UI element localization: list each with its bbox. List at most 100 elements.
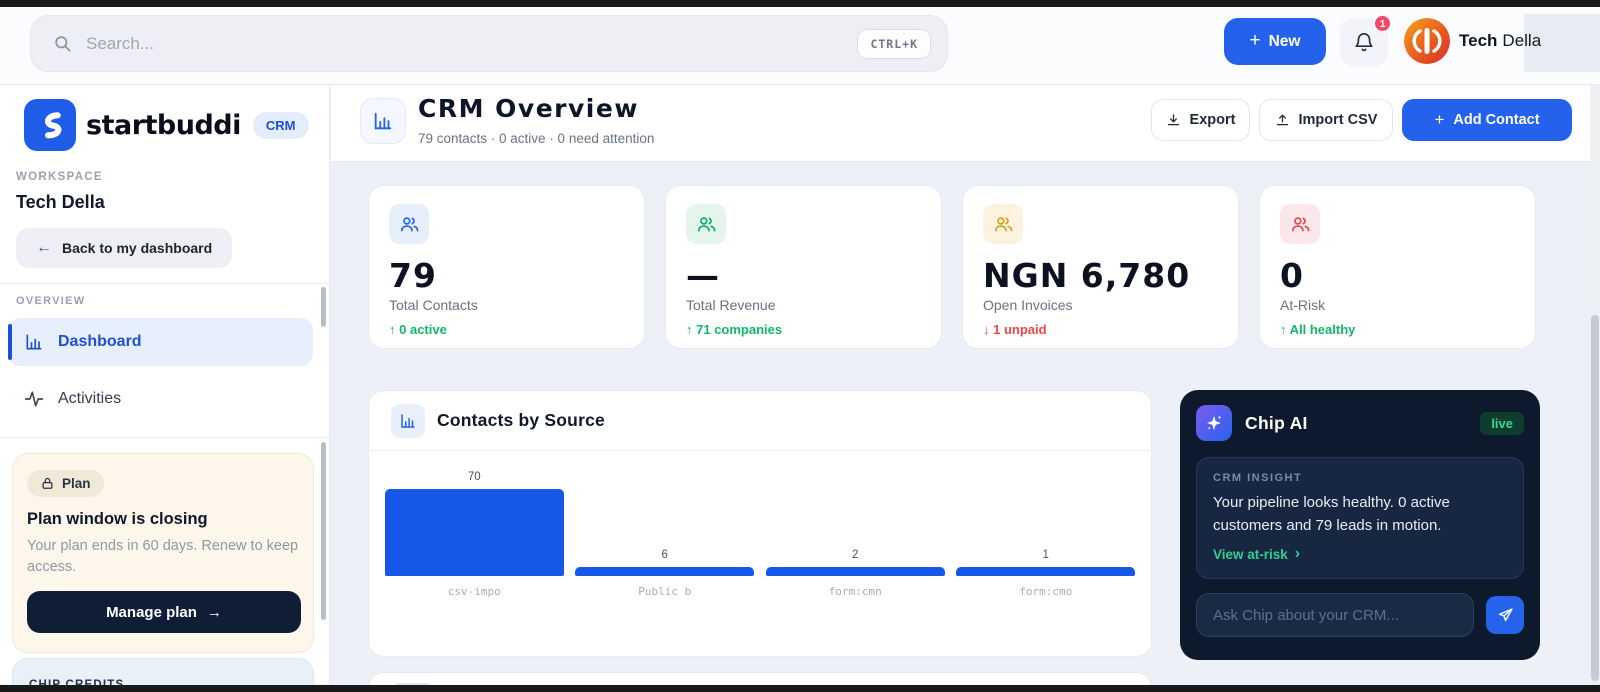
manage-plan-label: Manage plan [106, 603, 197, 621]
notifications-button[interactable]: 1 [1340, 14, 1392, 66]
export-label: Export [1189, 112, 1236, 128]
window-edge-top [0, 0, 1600, 7]
insight-label: CRM INSIGHT [1213, 472, 1303, 484]
arrow-left-icon: ← [36, 239, 52, 256]
page-title: CRM Overview [418, 94, 639, 123]
stat-card-total-revenue: — Total Revenue ↑ 71 companies [665, 185, 942, 349]
back-to-dashboard-button[interactable]: ← Back to my dashboard [16, 228, 233, 268]
bar-value-label: 6 [661, 549, 668, 561]
account-name[interactable]: Tech Della [1459, 31, 1541, 51]
live-status-badge: live [1480, 411, 1524, 435]
sidebar: startbuddi CRM WORKSPACE Tech Della ← Ba… [0, 85, 330, 692]
workspace-name: Tech Della [16, 192, 105, 212]
chip-ai-panel: Chip AI live CRM INSIGHT Your pipeline l… [1180, 390, 1540, 660]
avatar-logo-icon [1404, 18, 1450, 64]
stat-value: 79 [389, 258, 437, 295]
import-csv-label: Import CSV [1298, 112, 1378, 128]
bar-group: 2 form:cmn [760, 465, 951, 599]
bar-chart-icon [374, 112, 392, 130]
active-accent-bar [8, 324, 12, 360]
users-icon [1280, 204, 1320, 244]
insight-text: Your pipeline looks healthy. 0 active cu… [1213, 494, 1450, 534]
bar[interactable] [384, 489, 564, 576]
account-avatar[interactable] [1404, 18, 1450, 64]
nav-section-overview: OVERVIEW [16, 295, 86, 307]
brand: startbuddi CRM [24, 99, 309, 151]
sidebar-scrollbar-thumb[interactable] [321, 287, 326, 327]
stat-delta: ↑ All healthy [1280, 322, 1515, 337]
account-last-name: Della [1502, 31, 1542, 50]
sidebar-item-dashboard[interactable]: Dashboard [8, 318, 313, 366]
search-shortcut-badge: CTRL+K [857, 28, 931, 59]
sidebar-scrollbar-thumb[interactable] [321, 442, 326, 620]
chip-ai-input[interactable] [1196, 593, 1474, 637]
send-button[interactable] [1486, 596, 1524, 634]
bar-group: 1 form:cmo [951, 465, 1142, 599]
bar-chart-icon [401, 413, 415, 428]
stat-card-total-contacts: 79 Total Contacts ↑ 0 active [368, 185, 645, 349]
arrow-up-icon: ↑ [686, 322, 693, 338]
activity-icon [24, 391, 44, 407]
page-scrollbar-thumb[interactable] [1591, 315, 1599, 681]
contacts-by-source-card: Contacts by Source 70 csv-impo 6 Public b 2 f… [368, 390, 1152, 657]
bar-category-label: csv-impo [447, 585, 501, 598]
plus-icon: + [1434, 110, 1445, 129]
manage-plan-button[interactable]: Manage plan → [27, 591, 301, 634]
bar-chart-icon [26, 334, 42, 350]
chip-ai-title: Chip AI [1245, 412, 1308, 433]
stat-delta: ↑ 71 companies [686, 322, 921, 337]
bar[interactable] [956, 567, 1136, 576]
search-input[interactable] [86, 33, 858, 54]
export-button[interactable]: Export [1151, 99, 1250, 141]
sidebar-item-label: Dashboard [58, 333, 142, 350]
stat-delta-text: All healthy [1289, 322, 1356, 338]
contacts-by-source-plot: 70 csv-impo 6 Public b 2 form:cmn 1 form:cmo [379, 465, 1141, 599]
sidebar-item-activities[interactable]: Activities [8, 375, 313, 423]
new-button-label: New [1268, 32, 1301, 50]
topbar: CTRL+K + New 1 TechDella [0, 7, 1600, 85]
stat-value: 0 [1280, 258, 1304, 295]
stat-delta: ↓ 1 unpaid [983, 322, 1218, 337]
plus-icon: + [1249, 29, 1261, 51]
stat-value: — [686, 258, 720, 295]
sparkle-icon [1196, 405, 1232, 441]
import-csv-button[interactable]: Import CSV [1259, 99, 1393, 141]
sidebar-item-label: Activities [58, 390, 122, 407]
bar-category-label: Public b [638, 585, 692, 598]
startbuddi-logo-icon[interactable] [24, 99, 76, 151]
crm-dashboard-page: CTRL+K + New 1 TechDella [0, 0, 1600, 692]
stat-label: Total Revenue [686, 297, 776, 314]
stat-label: Open Invoices [983, 297, 1073, 314]
paper-plane-icon [1498, 607, 1513, 621]
plan-body: Your plan ends in 60 days. Renew to keep… [27, 538, 299, 576]
chevron-right-icon: › [1294, 545, 1301, 562]
divider [0, 283, 330, 284]
global-search[interactable]: CTRL+K [30, 15, 948, 72]
bar[interactable] [575, 567, 755, 576]
brand-name: startbuddi [86, 109, 241, 141]
page-icon [360, 98, 406, 144]
stat-label: At-Risk [1280, 297, 1326, 314]
add-contact-button[interactable]: + Add Contact [1402, 99, 1572, 141]
bar-value-label: 2 [852, 549, 859, 561]
new-button[interactable]: + New [1224, 18, 1326, 65]
bar-group: 70 csv-impo [379, 465, 570, 599]
plan-badge-label: Plan [62, 476, 91, 491]
page-scrollbar-track[interactable] [1590, 85, 1600, 685]
stat-value: NGN 6,780 [983, 258, 1191, 295]
download-icon [1167, 113, 1179, 125]
arrow-right-icon: → [206, 603, 222, 621]
workspace-label: WORKSPACE [16, 171, 103, 183]
back-button-label: Back to my dashboard [62, 240, 213, 256]
chip-ai-input-row [1196, 593, 1524, 637]
arrow-down-icon: ↓ [983, 322, 990, 338]
bell-icon [1355, 32, 1373, 51]
chart-header: Contacts by Source [369, 391, 1151, 451]
bar[interactable] [765, 567, 945, 576]
divider [0, 437, 330, 438]
bar-value-label: 70 [467, 471, 481, 483]
users-icon [983, 204, 1023, 244]
lock-icon [42, 477, 53, 489]
plan-card: Plan Plan window is closing Your plan en… [12, 453, 314, 653]
view-at-risk-link[interactable]: View at-risk › [1213, 545, 1300, 563]
